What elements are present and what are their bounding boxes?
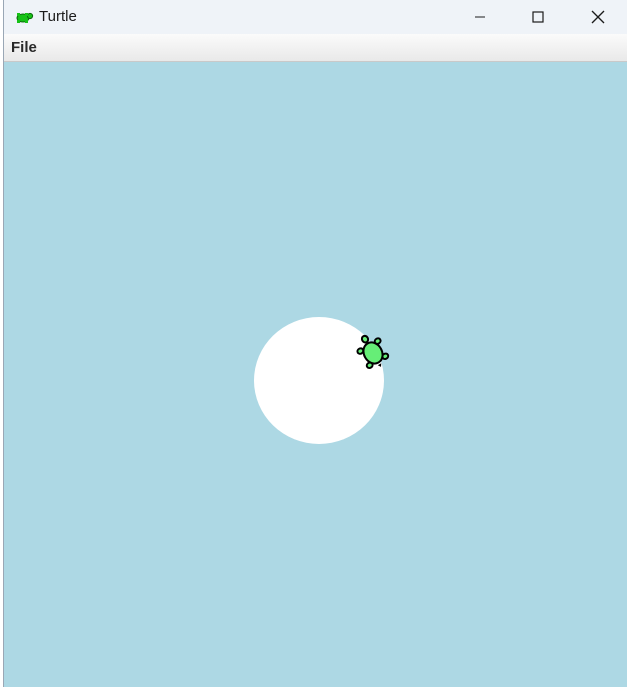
minimize-icon — [475, 16, 485, 18]
close-icon — [591, 10, 605, 24]
menu-bar: File — [4, 34, 627, 62]
maximize-icon — [532, 11, 544, 23]
close-button[interactable] — [569, 0, 627, 34]
turtle-icon — [14, 9, 34, 25]
minimize-button[interactable] — [451, 0, 509, 34]
maximize-button[interactable] — [509, 0, 567, 34]
turtle-window: Turtle File — [3, 0, 627, 687]
title-bar[interactable]: Turtle — [4, 0, 627, 34]
window-title: Turtle — [39, 8, 77, 25]
turtle-canvas[interactable] — [4, 62, 627, 687]
turtle-cursor-icon — [356, 334, 390, 369]
menu-file[interactable]: File — [7, 37, 41, 58]
